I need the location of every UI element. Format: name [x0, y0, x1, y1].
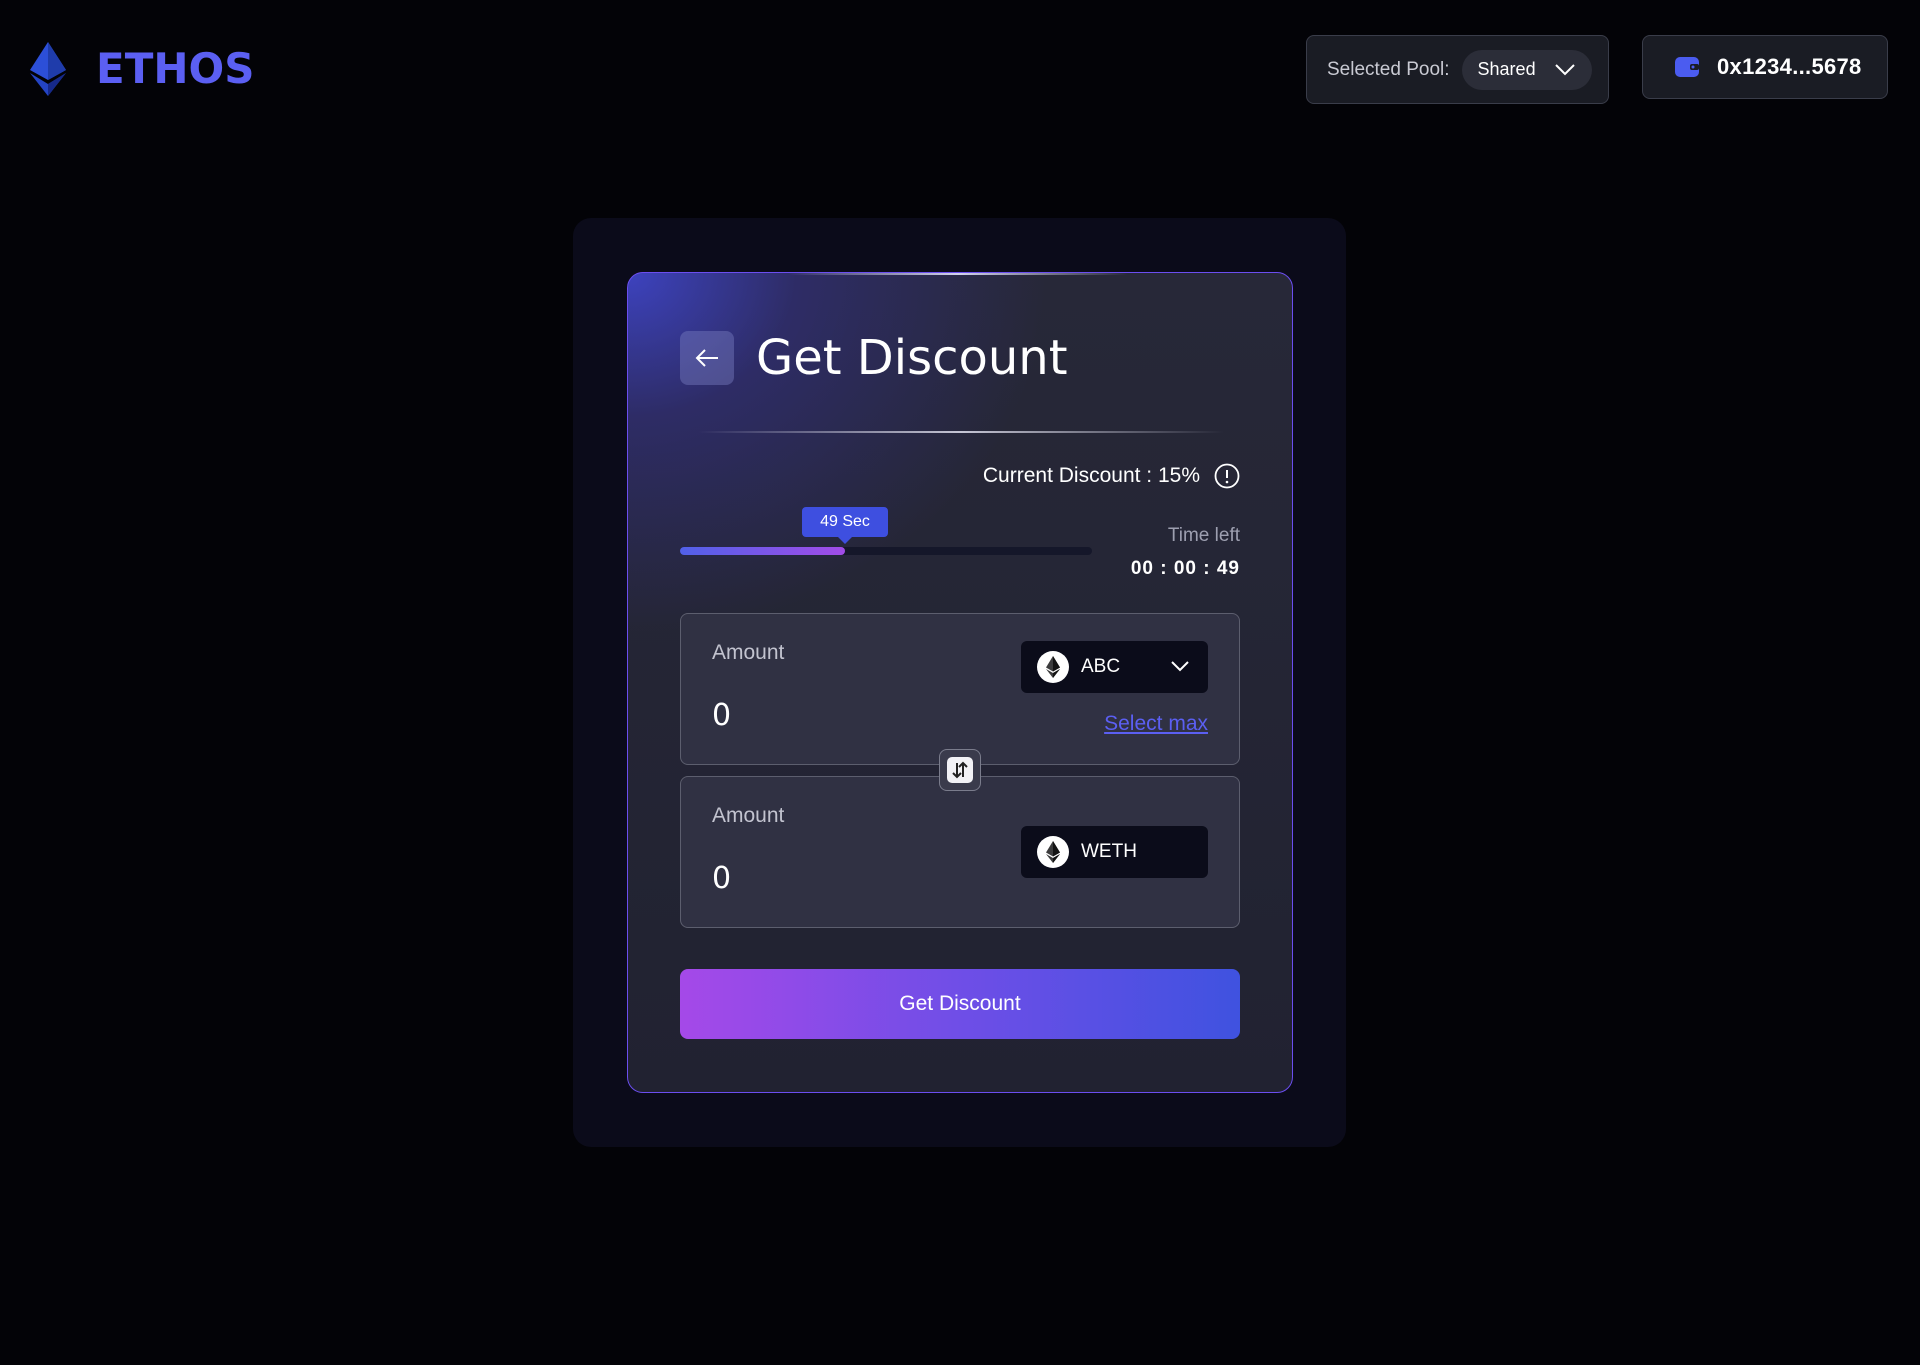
time-left-value: 00 : 00 : 49 — [1130, 558, 1240, 579]
chevron-down-icon — [1554, 63, 1575, 75]
select-max-link[interactable]: Select max — [1104, 712, 1208, 736]
progress-fill — [680, 547, 845, 555]
from-amount-label: Amount — [712, 641, 785, 664]
to-token-display[interactable]: WETH — [1021, 826, 1208, 878]
pool-dropdown[interactable]: Shared — [1461, 49, 1592, 90]
title-divider — [698, 431, 1224, 433]
swap-button[interactable] — [939, 749, 981, 791]
from-token-dropdown[interactable]: ABC — [1021, 641, 1208, 693]
progress-tooltip: 49 Sec — [802, 507, 888, 544]
wallet-icon — [1675, 57, 1699, 77]
swap-button-inner — [947, 757, 973, 783]
brand-logo[interactable]: ETHOS — [30, 42, 254, 96]
time-left-label: Time left — [1167, 525, 1240, 546]
wallet-button[interactable]: 0x1234...5678 — [1642, 35, 1888, 99]
page-title: Get Discount — [756, 330, 1068, 386]
ethereum-token-icon — [1037, 651, 1069, 683]
brand-name: ETHOS — [96, 44, 255, 93]
discount-card: Get Discount Current Discount : 15% 49 S… — [627, 272, 1293, 1093]
get-discount-button[interactable]: Get Discount — [680, 969, 1240, 1039]
current-discount-row: Current Discount : 15% — [983, 463, 1240, 489]
top-bar: ETHOS Selected Pool: Shared 0x1234...567… — [0, 0, 1920, 140]
from-amount-box: Amount ABC Select max — [680, 613, 1240, 765]
back-button[interactable] — [680, 331, 734, 385]
countdown-progress-bar — [680, 547, 1092, 555]
chevron-down-icon — [1171, 661, 1189, 672]
pool-dropdown-value: Shared — [1477, 59, 1536, 79]
ethereum-token-icon — [1037, 836, 1069, 868]
current-discount: Current Discount : 15% — [982, 464, 1200, 487]
to-token-name: WETH — [1081, 841, 1137, 862]
arrow-left-icon — [695, 349, 718, 367]
wallet-address: 0x1234...5678 — [1717, 54, 1862, 79]
card-top-glow — [788, 273, 1128, 275]
to-amount-input[interactable] — [712, 861, 912, 896]
from-amount-input[interactable] — [712, 698, 912, 733]
ethereum-diamond-icon — [30, 42, 66, 96]
to-amount-box: Amount WETH — [680, 776, 1240, 928]
from-token-name: ABC — [1081, 656, 1121, 677]
pool-selector: Selected Pool: Shared — [1306, 35, 1609, 104]
swap-arrows-icon — [952, 761, 968, 779]
info-icon[interactable] — [1214, 463, 1240, 489]
pool-label: Selected Pool: — [1327, 58, 1450, 80]
to-amount-label: Amount — [712, 804, 785, 827]
